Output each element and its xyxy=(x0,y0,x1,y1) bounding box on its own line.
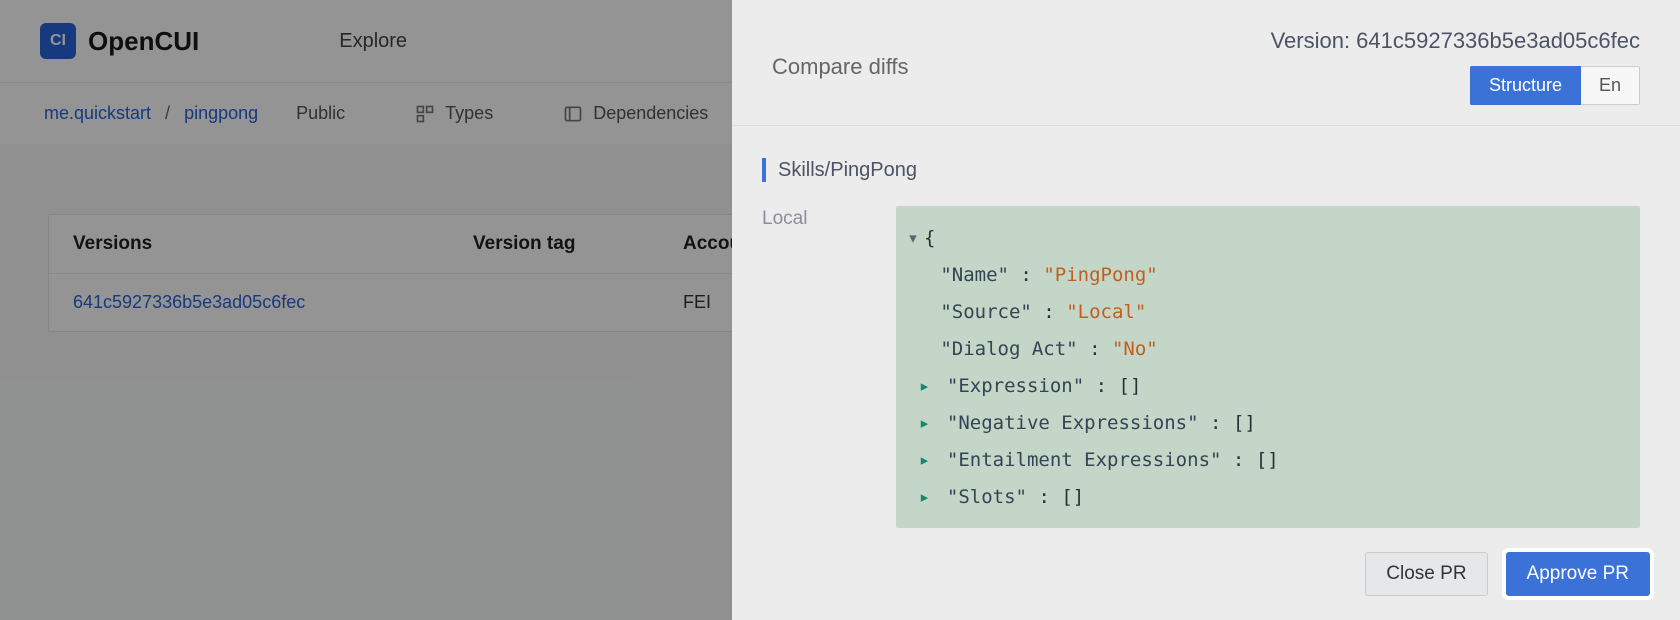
compare-diffs-panel: Compare diffs Version: 641c5927336b5e3ad… xyxy=(732,0,1680,620)
diff-side-label: Local xyxy=(762,206,892,230)
code-line: ▸ "Entailment Expressions" : [] xyxy=(906,442,1626,479)
code-line-open: ▾{ xyxy=(906,220,1626,257)
expand-icon[interactable]: ▸ xyxy=(917,368,931,405)
panel-header: Compare diffs Version: 641c5927336b5e3ad… xyxy=(732,0,1680,126)
segment-structure[interactable]: Structure xyxy=(1470,66,1581,105)
panel-title: Compare diffs xyxy=(772,54,909,80)
expand-icon[interactable]: ▸ xyxy=(917,442,931,479)
segment-en[interactable]: En xyxy=(1581,66,1640,105)
diff-path-text: Skills/PingPong xyxy=(778,159,917,182)
approve-pr-button[interactable]: Approve PR xyxy=(1506,552,1650,596)
code-line: ▸ "Slots" : [] xyxy=(906,479,1626,516)
diff-path: Skills/PingPong xyxy=(762,158,1640,182)
code-line: ▸ "Negative Expressions" : [] xyxy=(906,405,1626,442)
path-marker-icon xyxy=(762,158,766,182)
close-pr-button[interactable]: Close PR xyxy=(1365,552,1487,596)
view-segment: Structure En xyxy=(1470,66,1640,105)
code-line: "Dialog Act" : "No" xyxy=(906,331,1626,368)
expand-icon[interactable]: ▸ xyxy=(917,405,931,442)
code-line: "Source" : "Local" xyxy=(906,294,1626,331)
code-block[interactable]: ▾{ "Name" : "PingPong" "Source" : "Local… xyxy=(896,206,1640,528)
code-line: ▸ "Expression" : [] xyxy=(906,368,1626,405)
panel-header-right: Version: 641c5927336b5e3ad05c6fec Struct… xyxy=(1271,28,1640,105)
diff-row: Local ▾{ "Name" : "PingPong" "Source" : … xyxy=(762,206,1640,528)
version-label: Version: 641c5927336b5e3ad05c6fec xyxy=(1271,28,1640,54)
expand-icon[interactable]: ▸ xyxy=(917,479,931,516)
panel-footer: Close PR Approve PR xyxy=(732,534,1680,620)
code-line: "Name" : "PingPong" xyxy=(906,257,1626,294)
